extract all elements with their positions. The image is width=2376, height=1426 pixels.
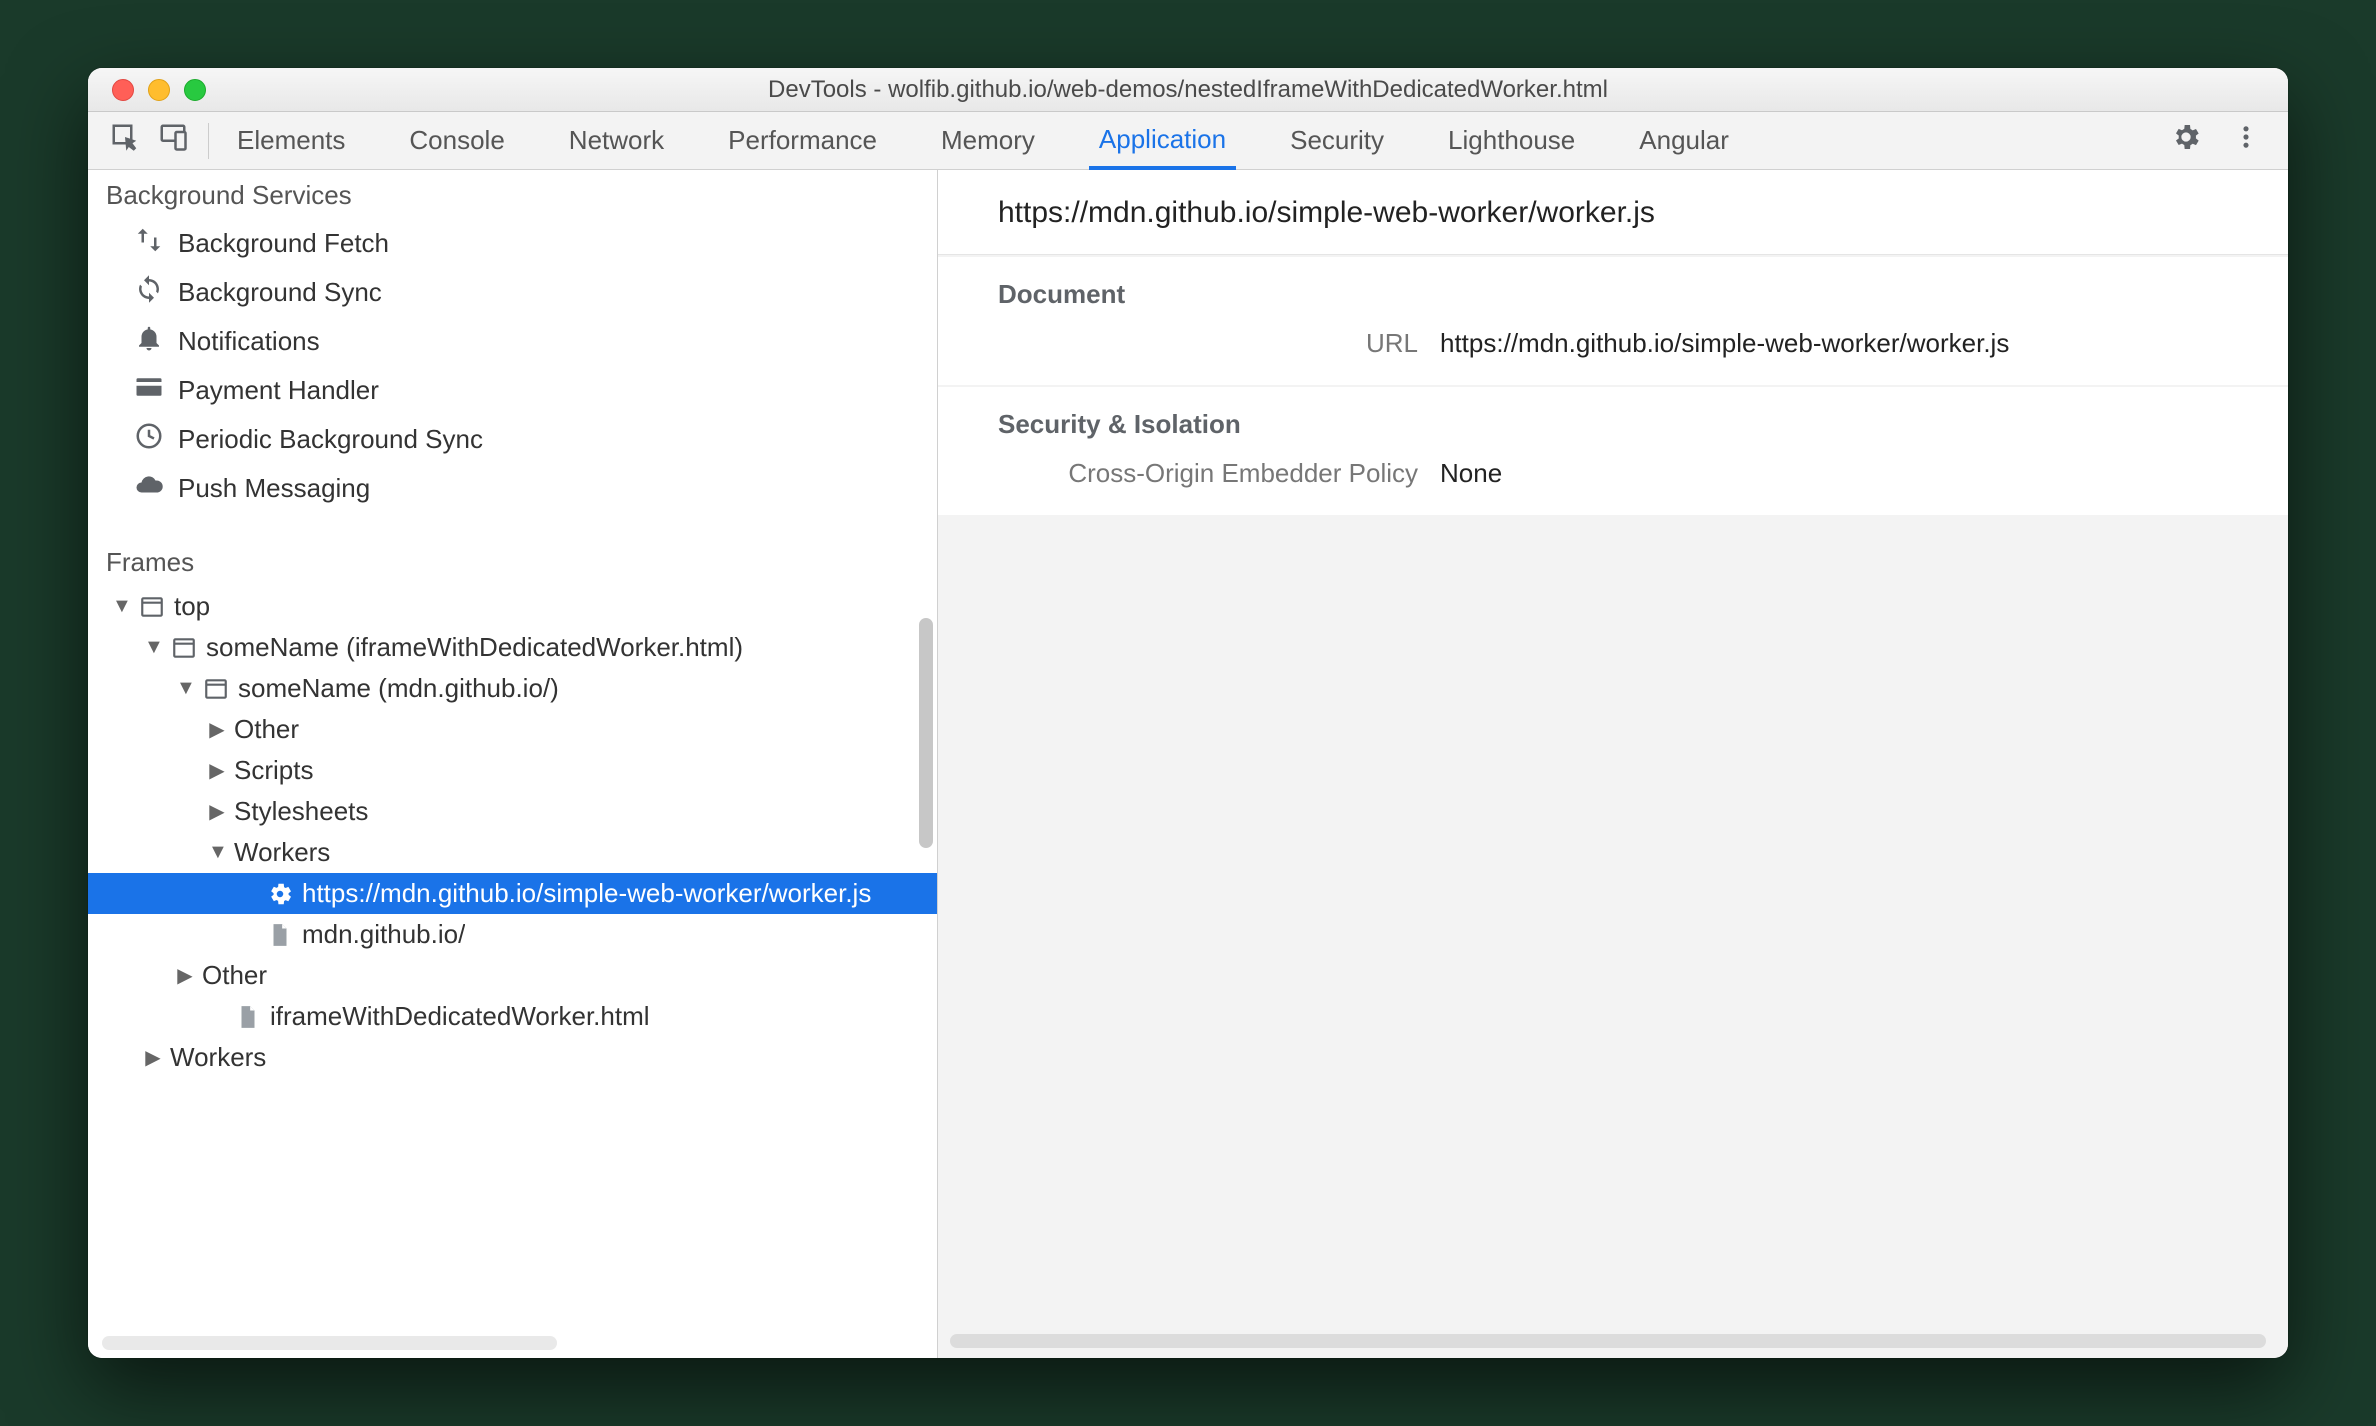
devtools-tabstrip: Elements Console Network Performance Mem… bbox=[88, 112, 2288, 170]
sidebar-item-background-sync[interactable]: Background Sync bbox=[106, 268, 937, 317]
file-icon bbox=[234, 1003, 262, 1031]
sidebar-horizontal-scrollbar[interactable] bbox=[102, 1336, 557, 1350]
tree-item-iframe-2[interactable]: ▼ someName (mdn.github.io/) bbox=[88, 668, 937, 709]
disclosure-down-icon: ▼ bbox=[144, 636, 162, 659]
disclosure-right-icon: ▶ bbox=[176, 963, 194, 988]
tree-item-workers-2[interactable]: ▶ Workers bbox=[88, 1037, 937, 1078]
tab-application[interactable]: Application bbox=[1089, 112, 1236, 170]
tree-item-document-2[interactable]: iframeWithDedicatedWorker.html bbox=[88, 996, 937, 1037]
tab-angular[interactable]: Angular bbox=[1629, 112, 1739, 169]
sync-icon bbox=[134, 274, 164, 311]
detail-section-document: Document URL https://mdn.github.io/simpl… bbox=[938, 257, 2288, 385]
disclosure-down-icon: ▼ bbox=[112, 595, 130, 618]
detail-header: https://mdn.github.io/simple-web-worker/… bbox=[938, 170, 2288, 255]
clock-icon bbox=[134, 421, 164, 458]
tree-item-document-1[interactable]: mdn.github.io/ bbox=[88, 914, 937, 955]
disclosure-down-icon: ▼ bbox=[208, 841, 226, 864]
frame-icon bbox=[170, 634, 198, 662]
tree-item-other-1[interactable]: ▶ Other bbox=[88, 709, 937, 750]
devtools-window: DevTools - wolfib.github.io/web-demos/ne… bbox=[88, 68, 2288, 1358]
sidebar-item-background-fetch[interactable]: Background Fetch bbox=[106, 219, 937, 268]
tree-item-other-2[interactable]: ▶ Other bbox=[88, 955, 937, 996]
value-coep: None bbox=[1440, 458, 1502, 489]
tab-lighthouse[interactable]: Lighthouse bbox=[1438, 112, 1585, 169]
section-frames: Frames bbox=[88, 537, 937, 586]
window-icon bbox=[138, 593, 166, 621]
frame-icon bbox=[202, 675, 230, 703]
tab-elements[interactable]: Elements bbox=[227, 112, 355, 169]
inspect-element-icon[interactable] bbox=[110, 122, 140, 159]
disclosure-right-icon: ▶ bbox=[208, 799, 226, 824]
tree-item-worker-selected[interactable]: https://mdn.github.io/simple-web-worker/… bbox=[88, 873, 937, 914]
disclosure-right-icon: ▶ bbox=[208, 717, 226, 742]
cloud-icon bbox=[134, 470, 164, 507]
label-coep: Cross-Origin Embedder Policy bbox=[998, 458, 1418, 489]
disclosure-down-icon: ▼ bbox=[176, 677, 194, 700]
tab-performance[interactable]: Performance bbox=[718, 112, 887, 169]
tree-item-top[interactable]: ▼ top bbox=[88, 586, 937, 627]
tab-console[interactable]: Console bbox=[399, 112, 514, 169]
panel-body: Background Services Background Fetch Bac… bbox=[88, 170, 2288, 1358]
device-toolbar-icon[interactable] bbox=[158, 122, 188, 159]
window-title: DevTools - wolfib.github.io/web-demos/ne… bbox=[88, 76, 2288, 104]
application-sidebar: Background Services Background Fetch Bac… bbox=[88, 170, 938, 1358]
detail-pane: https://mdn.github.io/simple-web-worker/… bbox=[938, 170, 2288, 1358]
sidebar-vertical-scrollbar[interactable] bbox=[919, 178, 933, 1326]
window-titlebar: DevTools - wolfib.github.io/web-demos/ne… bbox=[88, 68, 2288, 112]
section-heading-document: Document bbox=[998, 279, 2228, 310]
gear-icon bbox=[266, 880, 294, 908]
panel-tabs: Elements Console Network Performance Mem… bbox=[227, 112, 1739, 169]
sidebar-item-push-messaging[interactable]: Push Messaging bbox=[106, 464, 937, 513]
tab-memory[interactable]: Memory bbox=[931, 112, 1045, 169]
sidebar-item-payment-handler[interactable]: Payment Handler bbox=[106, 366, 937, 415]
sidebar-item-periodic-sync[interactable]: Periodic Background Sync bbox=[106, 415, 937, 464]
card-icon bbox=[134, 372, 164, 409]
settings-gear-icon[interactable] bbox=[2170, 121, 2202, 160]
tree-item-stylesheets[interactable]: ▶ Stylesheets bbox=[88, 791, 937, 832]
more-menu-icon[interactable] bbox=[2232, 123, 2260, 158]
tree-item-iframe-1[interactable]: ▼ someName (iframeWithDedicatedWorker.ht… bbox=[88, 627, 937, 668]
disclosure-right-icon: ▶ bbox=[144, 1045, 162, 1070]
arrows-updown-icon bbox=[134, 225, 164, 262]
detail-horizontal-scrollbar[interactable] bbox=[950, 1334, 2266, 1348]
tree-item-scripts[interactable]: ▶ Scripts bbox=[88, 750, 937, 791]
section-background-services: Background Services bbox=[88, 170, 937, 219]
tab-network[interactable]: Network bbox=[559, 112, 674, 169]
section-heading-security: Security & Isolation bbox=[998, 409, 2228, 440]
tree-item-workers[interactable]: ▼ Workers bbox=[88, 832, 937, 873]
file-icon bbox=[266, 921, 294, 949]
detail-section-security: Security & Isolation Cross-Origin Embedd… bbox=[938, 387, 2288, 515]
sidebar-item-notifications[interactable]: Notifications bbox=[106, 317, 937, 366]
tab-security[interactable]: Security bbox=[1280, 112, 1394, 169]
bell-icon bbox=[134, 323, 164, 360]
frames-tree: ▼ top ▼ someName (iframeWithDedicatedWor… bbox=[88, 586, 937, 1078]
label-url: URL bbox=[998, 328, 1418, 359]
value-url: https://mdn.github.io/simple-web-worker/… bbox=[1440, 328, 2009, 359]
disclosure-right-icon: ▶ bbox=[208, 758, 226, 783]
toolbar-divider bbox=[208, 123, 209, 159]
